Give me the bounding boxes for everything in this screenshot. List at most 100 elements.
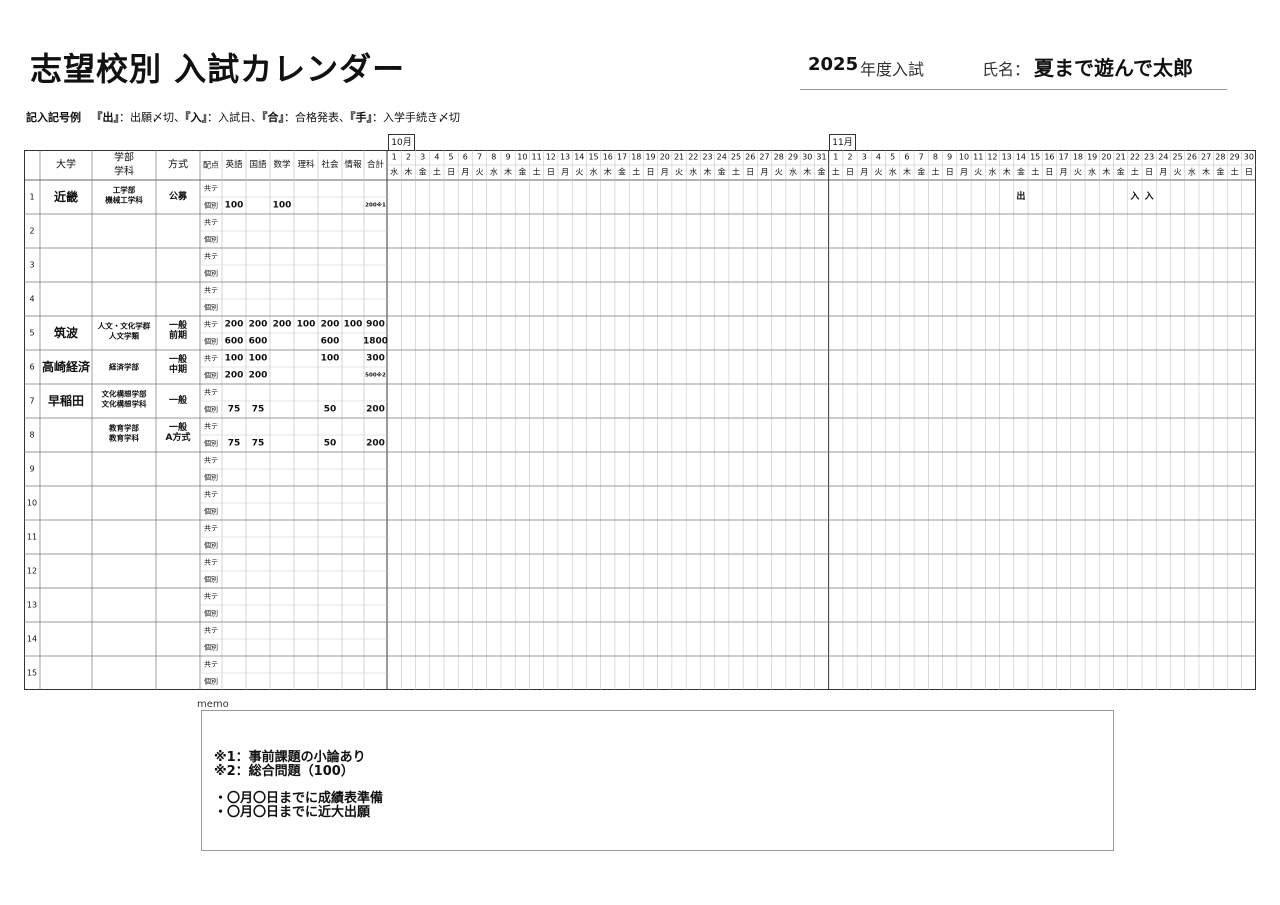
university-name: 高崎経済 [42,359,91,374]
weekday-label: 土 [1231,167,1239,177]
weekday-label: 金 [618,167,626,177]
weekday-label: 火 [775,168,783,177]
day-number: 30 [802,153,812,162]
legend-desc-pass: ：合格発表、 [284,111,350,124]
day-number: 2 [847,153,852,162]
row-number: 8 [29,431,34,440]
sub-label-kobetsu: 個別 [204,609,218,618]
weekday-label: 木 [1202,167,1210,177]
score-kobetsu: 600 [249,337,268,347]
day-number: 6 [463,153,468,162]
day-number: 19 [645,153,655,162]
sub-label-kyote: 共テ [204,286,218,295]
department-name: 工学部 [113,185,136,195]
day-number: 29 [788,153,798,162]
score-kyote: 200 [225,320,244,330]
row-number: 14 [27,635,37,644]
day-number: 3 [862,153,867,162]
row-number: 13 [27,601,37,610]
sub-label-kobetsu: 個別 [204,439,218,448]
exam-method: 一般 [169,421,188,433]
memo-box[interactable]: ※1：事前課題の小論あり ※2：総合問題（100） ・〇月〇日までに成績表準備 … [201,710,1114,851]
day-number: 9 [947,153,952,162]
score-kyote: 200 [249,320,268,330]
weekday-label: 水 [988,167,996,177]
legend-prefix: 記入記号例 [26,111,81,124]
day-number: 20 [660,153,670,162]
weekday-label: 土 [931,167,939,177]
header-subject: 合計 [367,159,385,170]
day-number: 16 [1044,153,1054,162]
sub-label-kyote: 共テ [204,422,218,431]
day-number: 24 [717,153,727,162]
header-score: 配点 [203,161,219,170]
day-number: 10 [517,153,527,162]
day-number: 16 [603,153,613,162]
score-kobetsu: 50 [324,405,337,415]
day-number: 26 [745,153,755,162]
day-number: 19 [1087,153,1097,162]
weekday-label: 火 [675,168,683,177]
row-number: 2 [29,227,34,236]
day-number: 30 [1244,153,1254,162]
weekday-label: 金 [718,167,726,177]
score-kobetsu: 600 [225,337,244,347]
university-name: 早稲田 [48,393,84,408]
sub-label-kobetsu: 個別 [204,269,218,278]
score-kobetsu: 75 [228,405,241,415]
weekday-label: 水 [889,167,897,177]
weekday-label: 水 [590,167,598,177]
weekday-label: 日 [946,168,954,177]
legend-mark-submit: 『出』 [91,111,120,124]
weekday-label: 木 [604,167,612,177]
day-number: 12 [987,153,997,162]
weekday-label: 土 [1131,167,1139,177]
sub-label-kyote: 共テ [204,320,218,329]
weekday-label: 月 [761,168,769,177]
score-kyote: 100 [225,354,244,364]
weekday-label: 火 [1074,168,1082,177]
weekday-label: 木 [903,167,911,177]
day-number: 3 [420,153,425,162]
score-kobetsu: 100 [273,201,292,211]
sub-label-kyote: 共テ [204,354,218,363]
calendar-mark: 入 [1129,191,1139,202]
day-number: 11 [531,153,541,162]
weekday-label: 水 [689,167,697,177]
weekday-label: 金 [518,167,526,177]
weekday-label: 日 [846,168,854,177]
day-number: 1 [833,153,838,162]
weekday-label: 日 [547,168,555,177]
department-name: 文化構想学部 [102,389,147,399]
day-number: 18 [631,153,641,162]
day-number: 31 [816,153,826,162]
weekday-label: 火 [476,168,484,177]
day-number: 18 [1073,153,1083,162]
score-kyote: 200 [321,320,340,330]
day-number: 15 [1030,153,1040,162]
sub-label-kobetsu: 個別 [204,473,218,482]
day-number: 4 [876,153,881,162]
day-number: 14 [574,153,584,162]
day-number: 10 [959,153,969,162]
weekday-label: 木 [704,167,712,177]
day-number: 21 [1116,153,1126,162]
legend-desc-exam: ：入試日、 [207,111,262,124]
sub-label-kyote: 共テ [204,558,218,567]
day-number: 27 [1201,153,1211,162]
score-kobetsu: 100 [225,201,244,211]
sub-label-kyote: 共テ [204,660,218,669]
weekday-label: 金 [818,167,826,177]
name-value[interactable]: 夏まで遊んで太郎 [1034,52,1193,81]
day-number: 27 [759,153,769,162]
sub-label-kobetsu: 個別 [204,371,218,380]
memo-label: memo [197,699,229,710]
weekday-label: 金 [917,167,925,177]
sub-label-kyote: 共テ [204,490,218,499]
row-number: 11 [27,533,37,542]
exam-year: 2025 [808,54,859,75]
score-kobetsu: 1800 [363,337,388,347]
row-number: 12 [27,567,37,576]
exam-method: 前期 [169,329,187,341]
exam-method: A方式 [166,431,191,443]
